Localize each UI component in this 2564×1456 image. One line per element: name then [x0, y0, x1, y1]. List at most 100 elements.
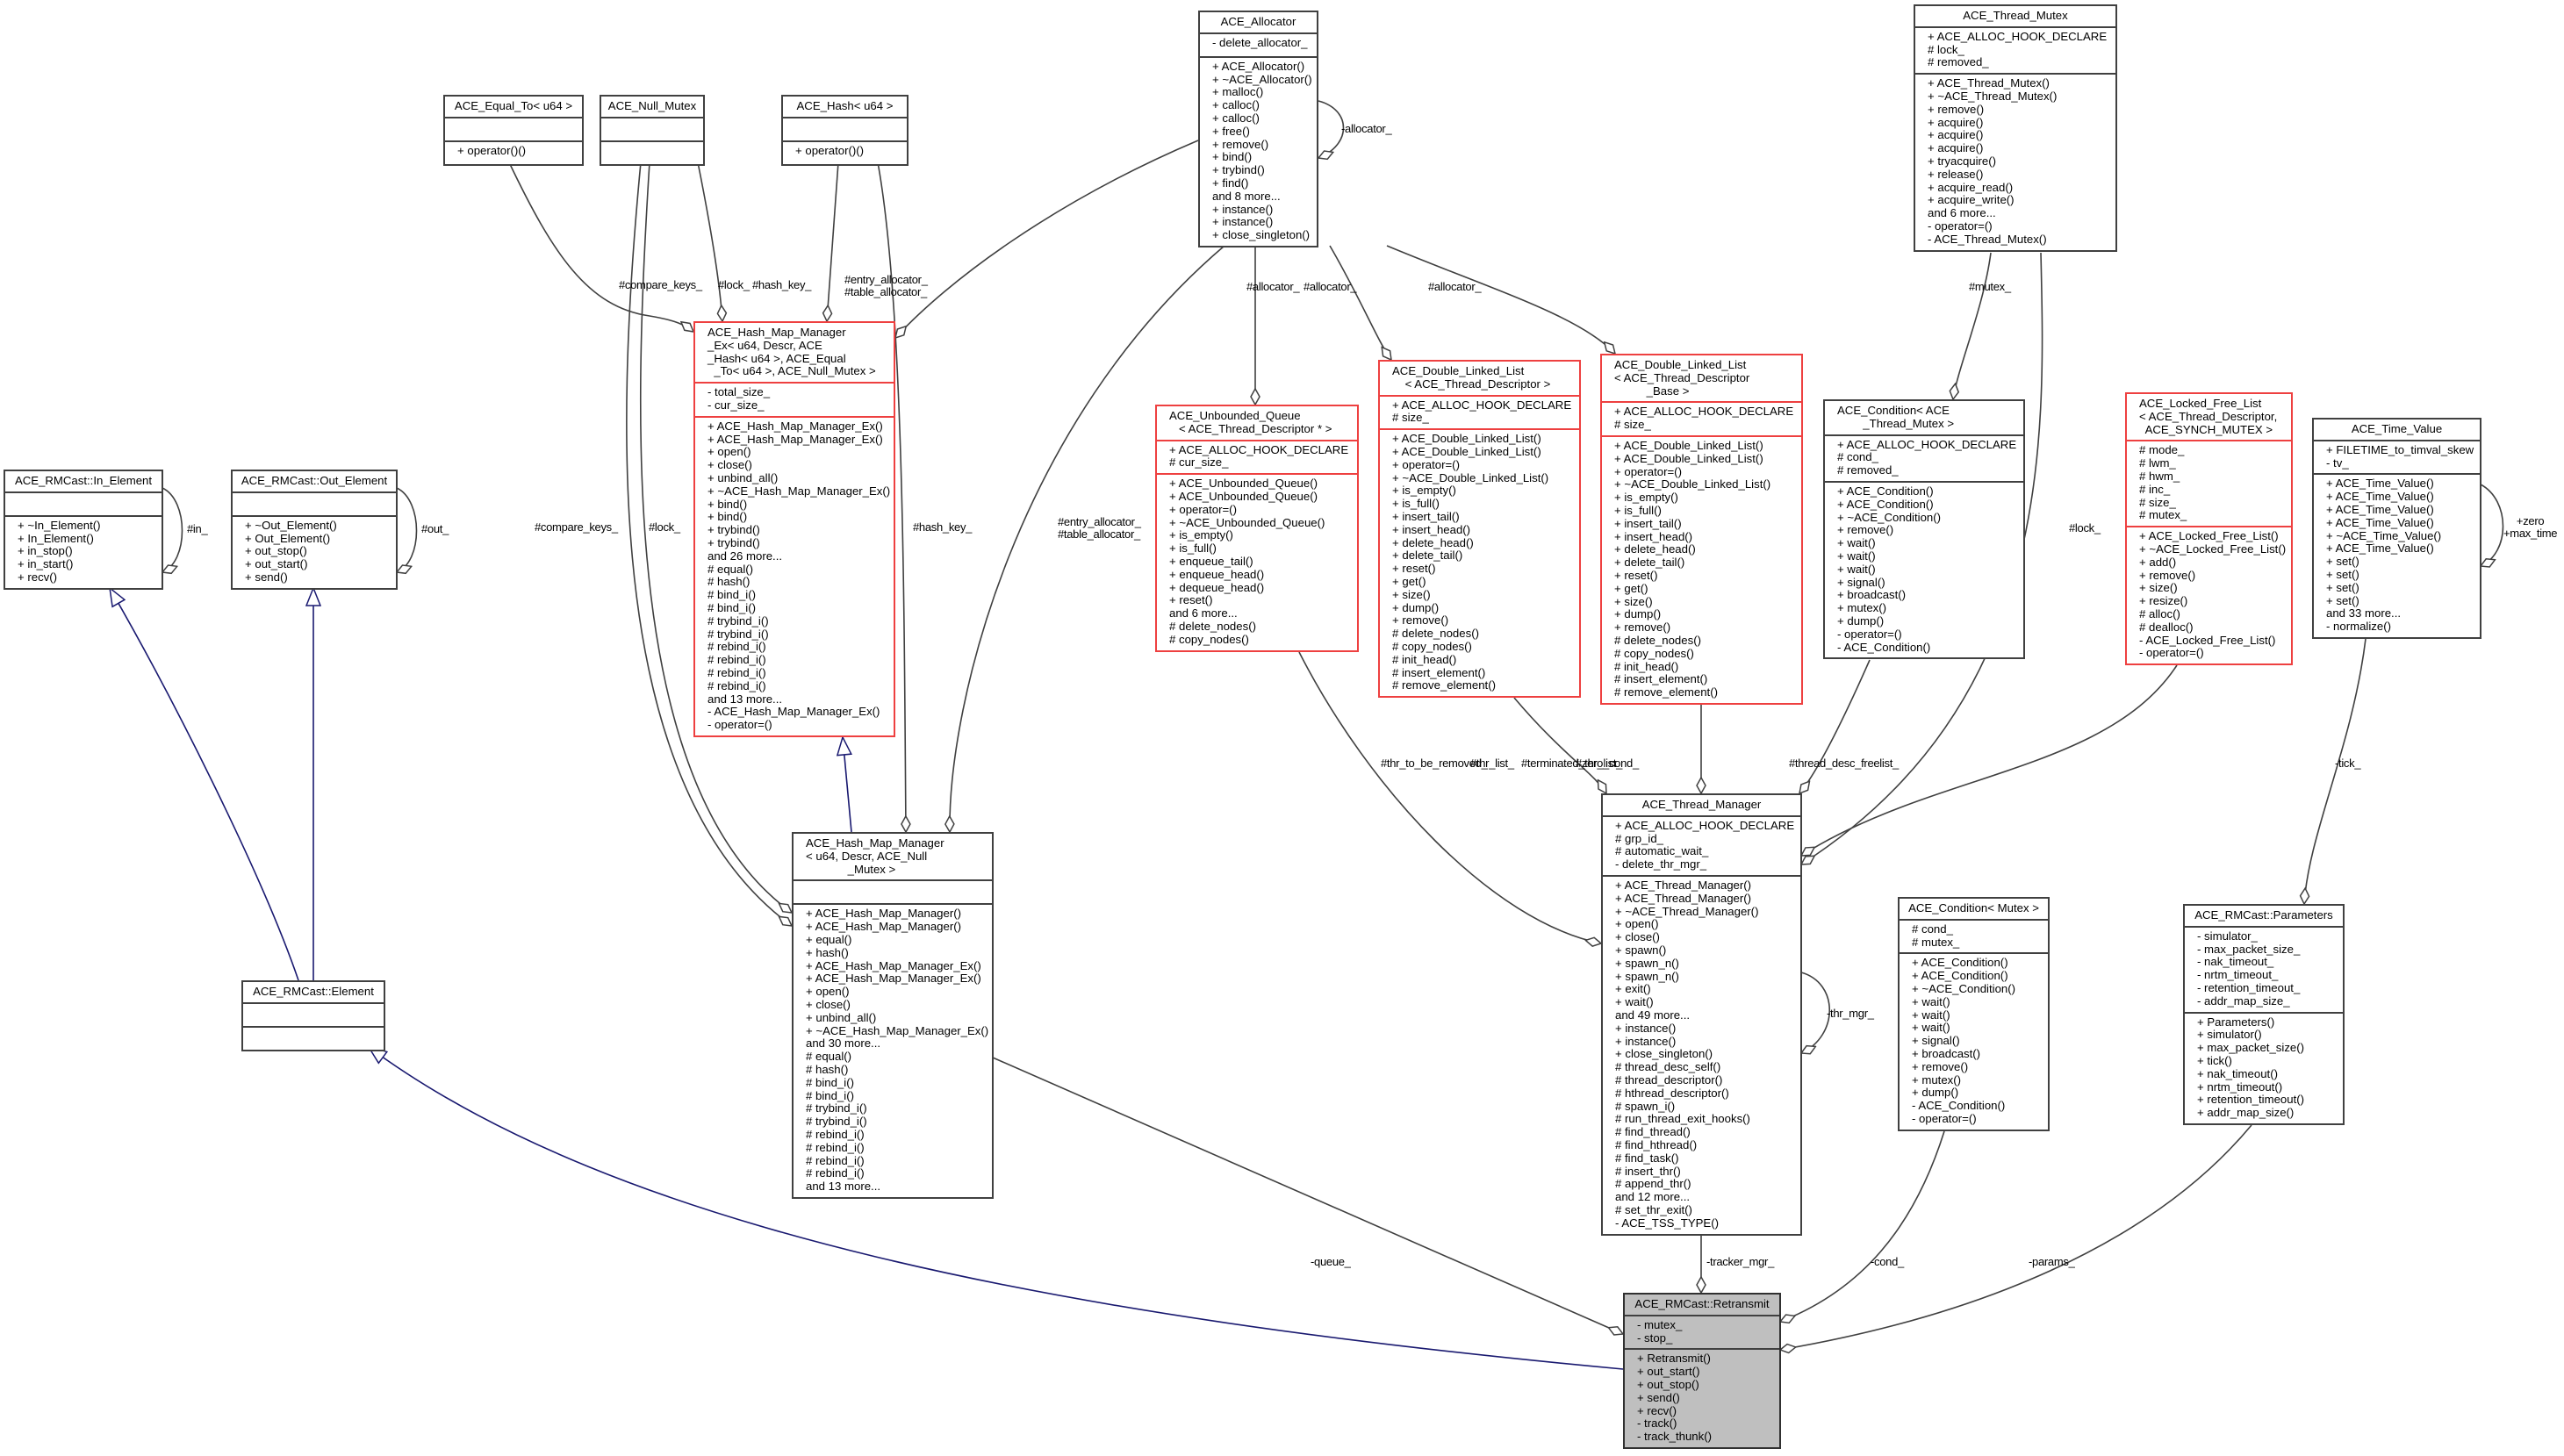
method-item[interactable]: + wait(): [1615, 995, 1793, 1009]
method-item[interactable]: + is_empty(): [1614, 491, 1794, 505]
method-item[interactable]: and 49 more...: [1615, 1008, 1793, 1022]
method-item[interactable]: - operator=(): [1928, 219, 2108, 233]
method-item[interactable]: + mutex(): [1837, 601, 2016, 615]
method-item[interactable]: + remove(): [1912, 1060, 2041, 1074]
method-item[interactable]: + set(): [2326, 594, 2473, 608]
method-item[interactable]: # hash(): [707, 576, 887, 589]
method-item[interactable]: + remove(): [1212, 138, 1310, 152]
method-item[interactable]: + ~ACE_Double_Linked_List(): [1392, 471, 1572, 485]
method-item[interactable]: + dump(): [1392, 601, 1572, 615]
class-ace-condition-mutex[interactable]: ACE_Condition< Mutex > # cond_ # mutex_ +…: [1898, 897, 2050, 1131]
class-ace-allocator[interactable]: ACE_Allocator - delete_allocator_ + ACE_…: [1198, 11, 1318, 247]
method-item[interactable]: + is_full(): [1169, 542, 1350, 556]
method-item[interactable]: # rebind_i(): [707, 679, 887, 693]
method-item[interactable]: + resize(): [2139, 594, 2284, 608]
method-item[interactable]: - ACE_Condition(): [1837, 641, 2016, 655]
method-item[interactable]: # alloc(): [2139, 607, 2284, 621]
method-item[interactable]: # trybind_i(): [707, 614, 887, 628]
attribute-item[interactable]: # size_: [2139, 496, 2284, 510]
method-item[interactable]: - track(): [1637, 1417, 1772, 1431]
method-item[interactable]: + nrtm_timeout(): [2197, 1080, 2336, 1094]
method-item[interactable]: + ~ACE_Time_Value(): [2326, 529, 2473, 543]
method-item[interactable]: + ~ACE_Condition(): [1837, 511, 2016, 525]
method-item[interactable]: + ACE_Time_Value(): [2326, 477, 2473, 491]
method-item[interactable]: + remove(): [1392, 614, 1572, 628]
class-ace-null-mutex[interactable]: ACE_Null_Mutex: [600, 95, 705, 166]
method-item[interactable]: + ACE_Thread_Mutex(): [1928, 76, 2108, 90]
method-item[interactable]: + acquire(): [1928, 116, 2108, 130]
method-item[interactable]: + ~ACE_Allocator(): [1212, 73, 1312, 87]
method-item[interactable]: + remove(): [1837, 524, 2016, 537]
method-item[interactable]: # hash(): [806, 1063, 985, 1077]
method-item[interactable]: + dequeue_head(): [1169, 581, 1350, 595]
method-item[interactable]: + wait(): [1912, 995, 2041, 1009]
method-item[interactable]: # init_head(): [1392, 653, 1572, 667]
method-item[interactable]: + ~ACE_Locked_Free_List(): [2139, 542, 2286, 556]
method-item[interactable]: + ACE_Time_Value(): [2326, 503, 2473, 517]
method-item[interactable]: # equal(): [806, 1050, 985, 1064]
method-item[interactable]: + malloc(): [1212, 86, 1310, 99]
attribute-item[interactable]: - addr_map_size_: [2197, 994, 2336, 1008]
class-ace-hash-map-manager-ex[interactable]: ACE_Hash_Map_Manager _Ex< u64, Descr, AC…: [693, 321, 895, 737]
method-item[interactable]: + Parameters(): [2197, 1015, 2336, 1029]
method-item[interactable]: + ACE_Time_Value(): [2326, 490, 2473, 504]
method-item[interactable]: + in_stop(): [18, 545, 154, 558]
class-ace-unbounded-queue[interactable]: ACE_Unbounded_Queue < ACE_Thread_Descrip…: [1155, 405, 1359, 652]
method-item[interactable]: + In_Element(): [18, 532, 154, 546]
class-ace-locked-free-list[interactable]: ACE_Locked_Free_List < ACE_Thread_Descri…: [2125, 392, 2293, 666]
method-item[interactable]: - ACE_Hash_Map_Manager_Ex(): [707, 706, 887, 719]
method-item[interactable]: # insert_thr(): [1615, 1165, 1793, 1179]
method-item[interactable]: # equal(): [707, 563, 887, 577]
method-item[interactable]: # rebind_i(): [707, 653, 887, 667]
method-item[interactable]: + ~ACE_Condition(): [1912, 982, 2041, 996]
attribute-item[interactable]: - cur_size_: [707, 398, 887, 412]
attribute-item[interactable]: # size_: [1392, 412, 1572, 425]
method-item[interactable]: + bind(): [707, 511, 887, 524]
method-item[interactable]: + operator()(): [795, 144, 900, 158]
method-item[interactable]: + ACE_Hash_Map_Manager_Ex(): [707, 433, 887, 447]
method-item[interactable]: + size(): [2139, 582, 2284, 595]
method-item[interactable]: + acquire(): [1928, 129, 2108, 142]
method-item[interactable]: + operator=(): [1614, 465, 1794, 479]
method-item[interactable]: + recv(): [1637, 1404, 1772, 1418]
method-item[interactable]: + ACE_Hash_Map_Manager_Ex(): [806, 972, 985, 986]
attribute-item[interactable]: - simulator_: [2197, 929, 2336, 943]
method-item[interactable]: # run_thread_exit_hooks(): [1615, 1113, 1793, 1126]
method-item[interactable]: # rebind_i(): [806, 1167, 985, 1180]
method-item[interactable]: + broadcast(): [1837, 589, 2016, 602]
method-item[interactable]: + set(): [2326, 555, 2473, 569]
method-item[interactable]: + ACE_Time_Value(): [2326, 542, 2473, 556]
method-item[interactable]: + dump(): [1912, 1087, 2041, 1100]
class-ace-hash-map-manager[interactable]: ACE_Hash_Map_Manager < u64, Descr, ACE_N…: [792, 832, 994, 1199]
method-item[interactable]: + wait(): [1837, 549, 2016, 563]
method-item[interactable]: + trybind(): [707, 536, 887, 550]
method-item[interactable]: + send(): [245, 570, 389, 585]
method-item[interactable]: # remove_element(): [1614, 685, 1794, 699]
method-item[interactable]: + delete_head(): [1392, 536, 1572, 550]
method-item[interactable]: + unbind_all(): [806, 1011, 985, 1025]
method-item[interactable]: + ACE_Condition(): [1912, 957, 2041, 970]
method-item[interactable]: + ~ACE_Unbounded_Queue(): [1169, 516, 1350, 530]
attribute-item[interactable]: + ACE_ALLOC_HOOK_DECLARE: [1837, 438, 2016, 452]
attribute-item[interactable]: - delete_allocator_: [1212, 36, 1310, 50]
method-item[interactable]: # init_head(): [1614, 660, 1794, 674]
method-item[interactable]: + close(): [1615, 930, 1793, 944]
method-item[interactable]: # thread_descriptor(): [1615, 1073, 1793, 1087]
method-item[interactable]: - ACE_TSS_TYPE(): [1615, 1216, 1793, 1230]
method-item[interactable]: + broadcast(): [1912, 1047, 2041, 1061]
method-item[interactable]: + delete_head(): [1614, 543, 1794, 556]
method-item[interactable]: + ACE_Condition(): [1912, 969, 2041, 983]
method-item[interactable]: + instance(): [1212, 216, 1310, 229]
method-item[interactable]: + ~ACE_Double_Linked_List(): [1614, 478, 1794, 491]
method-item[interactable]: # copy_nodes(): [1392, 640, 1572, 654]
method-item[interactable]: + dump(): [1837, 614, 2016, 628]
method-item[interactable]: # bind_i(): [806, 1076, 985, 1090]
method-item[interactable]: # hthread_descriptor(): [1615, 1087, 1793, 1101]
method-item[interactable]: and 12 more...: [1615, 1190, 1793, 1204]
method-item[interactable]: + delete_tail(): [1614, 556, 1794, 570]
class-ace-time-value[interactable]: ACE_Time_Value + FILETIME_to_timval_skew…: [2312, 418, 2481, 639]
method-item[interactable]: # bind_i(): [806, 1089, 985, 1103]
method-item[interactable]: + ACE_Double_Linked_List(): [1392, 432, 1572, 446]
method-item[interactable]: + size(): [1614, 595, 1794, 609]
method-item[interactable]: + calloc(): [1212, 111, 1310, 126]
